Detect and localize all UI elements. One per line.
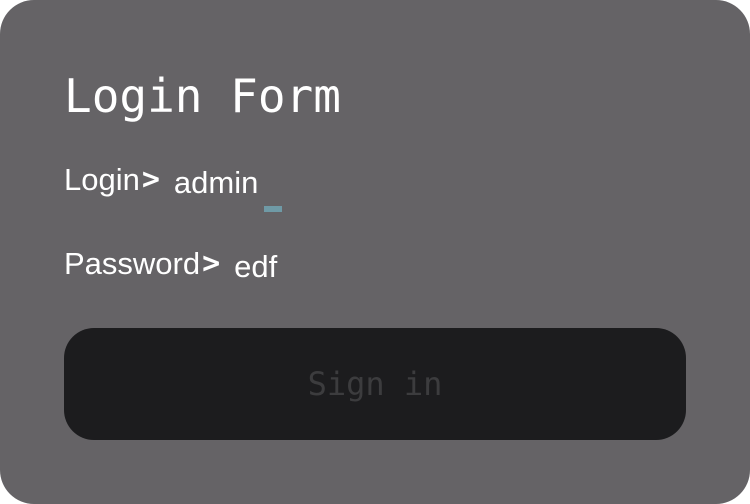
login-label: Login: [64, 162, 140, 197]
password-field-row: Password > edf: [64, 246, 277, 286]
sign-in-button[interactable]: Sign in: [64, 328, 686, 440]
login-input[interactable]: admin: [174, 163, 258, 203]
password-label: Password: [64, 246, 201, 281]
password-prompt-symbol: >: [202, 246, 221, 281]
password-input[interactable]: edf: [234, 247, 277, 287]
text-cursor: [264, 206, 282, 212]
login-field-row: Login > admin: [64, 162, 258, 202]
login-prompt-symbol: >: [141, 162, 160, 197]
form-title: Login Form: [64, 69, 341, 123]
login-card: Login Form Login > admin Password > edf …: [0, 0, 750, 504]
